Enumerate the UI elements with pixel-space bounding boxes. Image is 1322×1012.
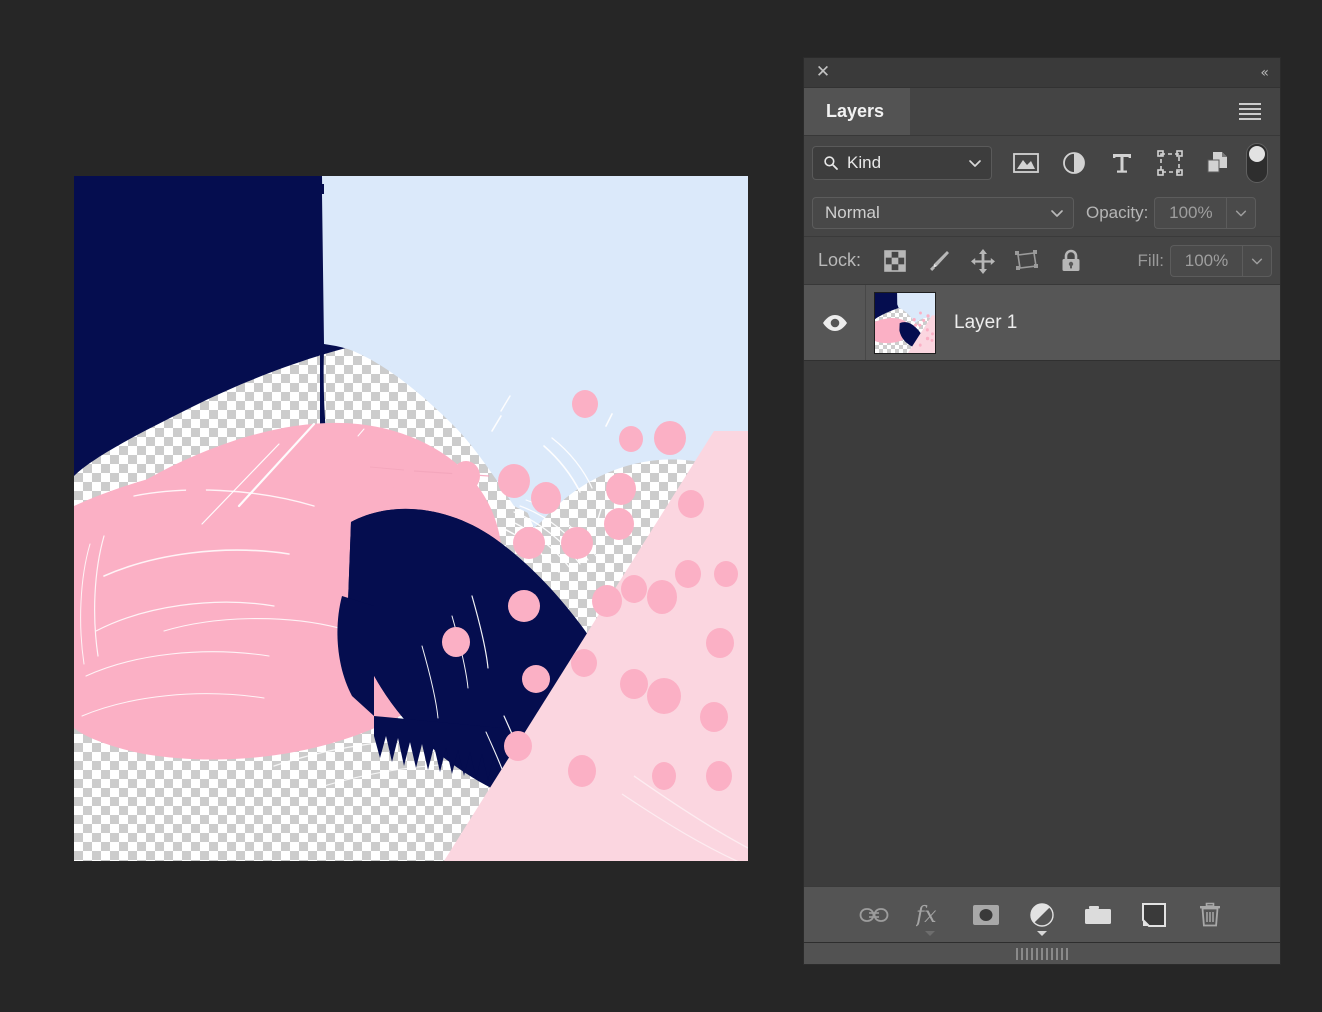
svg-text:fx: fx: [916, 903, 937, 928]
filter-kind-select[interactable]: Kind: [812, 146, 992, 180]
artwork-image: [74, 176, 748, 861]
filter-adjustment-layers-icon[interactable]: [1050, 143, 1098, 183]
lock-all-icon[interactable]: [1049, 243, 1093, 279]
fill-stepper[interactable]: [1242, 244, 1272, 277]
opacity-value: 100%: [1169, 203, 1213, 222]
folder-icon: [1085, 905, 1111, 924]
panel-menu-icon[interactable]: [1226, 88, 1274, 135]
lock-artboard-nesting-icon[interactable]: [1005, 243, 1049, 279]
layer-style-button[interactable]: fx: [902, 892, 958, 938]
filter-type-layers-icon[interactable]: [1098, 143, 1146, 183]
table-row[interactable]: Layer 1: [804, 285, 1280, 361]
chevron-down-icon: [1251, 258, 1263, 264]
panel-resize-grip[interactable]: [804, 942, 1280, 964]
panel-titlebar: ✕ «: [804, 58, 1280, 88]
blend-mode-select[interactable]: Normal: [812, 197, 1074, 229]
search-icon: [824, 156, 838, 170]
tab-spacer: [910, 88, 1226, 135]
link-layers-button[interactable]: [846, 892, 902, 938]
adjustment-icon: [1030, 902, 1054, 927]
fx-caret-icon: [925, 930, 935, 936]
fill-input[interactable]: 100%: [1170, 244, 1242, 277]
close-icon[interactable]: ✕: [815, 64, 831, 81]
grip-lines: [1016, 947, 1068, 960]
layer-visibility-toggle[interactable]: [804, 285, 866, 360]
opacity-label: Opacity:: [1086, 203, 1149, 222]
tab-layers[interactable]: Layers: [804, 88, 911, 135]
panel-tab-row: Layers: [804, 88, 1280, 136]
layers-panel: ✕ « Layers Kind Normal Opacity: 100% Loc…: [803, 57, 1281, 965]
chevron-down-icon: [1051, 210, 1063, 217]
blend-mode-value: Normal: [825, 203, 880, 222]
app-root: ✕ « Layers Kind Normal Opacity: 100% Loc…: [0, 0, 1322, 1012]
tab-layers-label: Layers: [826, 101, 885, 121]
layer-list[interactable]: Layer 1: [804, 285, 1280, 886]
chevron-down-icon: [969, 160, 981, 167]
mask-icon: [973, 904, 999, 925]
layer-thumbnail[interactable]: [874, 291, 936, 354]
filter-pixel-layers-icon[interactable]: [1002, 143, 1050, 183]
adjustment-caret-icon: [1037, 930, 1047, 936]
layer-thumbnail-cell: [866, 291, 944, 354]
toggle-knob: [1249, 146, 1265, 162]
lock-icon-group: [873, 243, 1093, 279]
lock-label: Lock:: [818, 250, 862, 270]
filter-icon-group: [1002, 143, 1272, 183]
filter-kind-label: Kind: [847, 153, 882, 172]
blend-mode-row: Normal Opacity: 100%: [804, 190, 1280, 237]
fx-icon: fx: [916, 903, 937, 928]
eye-icon: [822, 314, 847, 331]
filter-enable-toggle[interactable]: [1246, 143, 1268, 183]
new-layer-button[interactable]: [1126, 892, 1182, 938]
new-adjustment-layer-button[interactable]: [1014, 892, 1070, 938]
lock-position-icon[interactable]: [961, 243, 1005, 279]
delete-layer-button[interactable]: [1182, 892, 1238, 938]
chevron-down-icon: [1236, 210, 1247, 217]
filter-smart-object-icon[interactable]: [1194, 143, 1242, 183]
add-layer-mask-button[interactable]: [958, 892, 1014, 938]
opacity-input[interactable]: 100%: [1154, 197, 1227, 229]
new-group-button[interactable]: [1070, 892, 1126, 938]
layer-name-label[interactable]: Layer 1: [944, 312, 1017, 334]
trash-icon: [1200, 902, 1220, 926]
layers-bottom-toolbar: fx: [804, 886, 1280, 942]
filter-shape-layers-icon[interactable]: [1146, 143, 1194, 183]
filter-row: Kind: [804, 136, 1280, 190]
collapse-panel-icon[interactable]: «: [1260, 65, 1269, 81]
new-layer-icon: [1142, 902, 1166, 927]
opacity-stepper[interactable]: [1226, 197, 1257, 229]
document-canvas[interactable]: [74, 176, 748, 861]
lock-image-pixels-icon[interactable]: [917, 243, 961, 279]
fill-label: Fill:: [1137, 250, 1164, 270]
lock-row: Lock: Fill: 100%: [804, 237, 1280, 285]
lock-transparent-pixels-icon[interactable]: [873, 243, 917, 279]
fill-value: 100%: [1184, 250, 1229, 270]
link-icon: [859, 907, 889, 922]
